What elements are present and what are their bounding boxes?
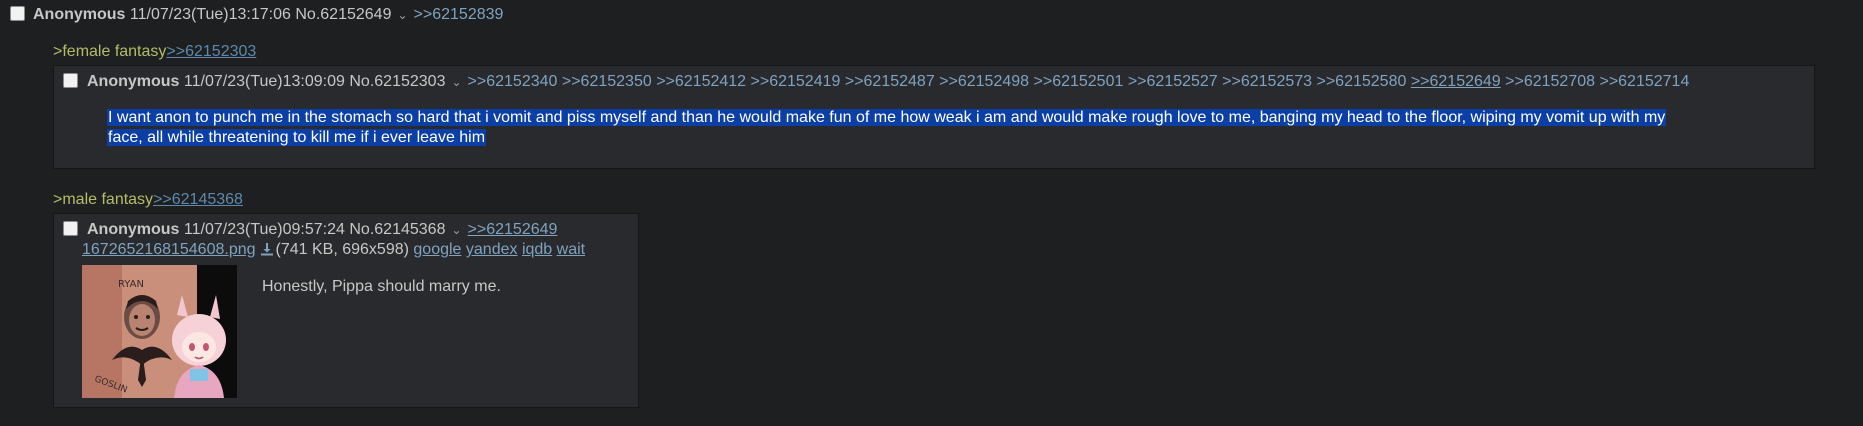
post-datetime: 11/07/23(Tue)09:57:24 <box>183 221 345 238</box>
backlink[interactable]: >>62152573 <box>1222 73 1312 90</box>
backlink[interactable]: >>62152419 <box>751 73 841 90</box>
file-size-dimensions: (741 KB, 696x598) <box>275 241 409 258</box>
post-header: Anonymous 11/07/23(Tue)13:17:06 No.62152… <box>33 5 503 25</box>
search-link-wait[interactable]: wait <box>557 241 585 258</box>
post-message: Honestly, Pippa should marry me. <box>262 278 501 295</box>
post-number[interactable]: No.62152649 <box>295 6 391 23</box>
post-thumbnail-image[interactable]: RYAN GOSLIN <box>82 265 237 398</box>
backlink[interactable]: >>62152487 <box>845 73 935 90</box>
tattoo-and-anime-girl-thumbnail-icon: RYAN GOSLIN <box>82 265 237 398</box>
chevron-down-icon[interactable]: ⌄ <box>451 75 461 89</box>
download-icon[interactable] <box>260 242 274 256</box>
post-select-checkbox[interactable] <box>63 73 78 88</box>
post-body-selected: I want anon to punch me in the stomach s… <box>107 108 1737 148</box>
backlink[interactable]: >>62152580 <box>1316 73 1406 90</box>
search-link-google[interactable]: google <box>413 241 461 258</box>
post-select-checkbox[interactable] <box>63 221 78 236</box>
backlink[interactable]: >>62152340 <box>468 73 558 90</box>
backlink[interactable]: >>62152839 <box>414 6 504 23</box>
chevron-down-icon[interactable]: ⌄ <box>451 223 461 237</box>
post-select-checkbox[interactable] <box>10 6 25 21</box>
chevron-down-icon[interactable]: ⌄ <box>397 8 407 22</box>
backlink[interactable]: >>62152649 <box>468 221 558 238</box>
backlink[interactable]: >>62152714 <box>1599 73 1689 90</box>
greentext-line: >female fantasy>>62152303 <box>53 42 256 62</box>
post-body: Honestly, Pippa should marry me. <box>262 277 501 297</box>
search-link-yandex[interactable]: yandex <box>466 241 518 258</box>
post-datetime: 11/07/23(Tue)13:17:06 <box>129 6 291 23</box>
quote-link[interactable]: >>62152303 <box>166 43 256 60</box>
poster-name: Anonymous <box>87 221 180 238</box>
post-number[interactable]: No.62152303 <box>349 73 445 90</box>
post-number[interactable]: No.62145368 <box>349 221 445 238</box>
poster-name: Anonymous <box>87 73 180 90</box>
greentext: >male fantasy <box>53 191 154 208</box>
backlink[interactable]: >>62152649 <box>1411 73 1501 90</box>
post-header: Anonymous 11/07/23(Tue)09:57:24 No.62145… <box>87 220 557 240</box>
greentext: >female fantasy <box>53 43 167 60</box>
backlink[interactable]: >>62152501 <box>1034 73 1124 90</box>
backlink[interactable]: >>62152498 <box>939 73 1029 90</box>
post-datetime: 11/07/23(Tue)13:09:09 <box>183 73 345 90</box>
post-body-line: face, all while threatening to kill me i… <box>107 129 487 146</box>
file-link[interactable]: 1672652168154608.png <box>82 241 256 258</box>
backlink[interactable]: >>62152527 <box>1128 73 1218 90</box>
quote-link[interactable]: >>62145368 <box>153 191 243 208</box>
file-info: 1672652168154608.png (741 KB, 696x598) go… <box>82 240 585 260</box>
thumbnail-text: RYAN <box>118 279 144 290</box>
greentext-line: >male fantasy>>62145368 <box>53 190 243 210</box>
post-body-line: I want anon to punch me in the stomach s… <box>107 109 1667 126</box>
backlink[interactable]: >>62152708 <box>1505 73 1595 90</box>
search-link-iqdb[interactable]: iqdb <box>522 241 552 258</box>
poster-name: Anonymous <box>33 6 126 23</box>
backlink[interactable]: >>62152350 <box>562 73 652 90</box>
backlink[interactable]: >>62152412 <box>656 73 746 90</box>
post-header: Anonymous 11/07/23(Tue)13:09:09 No.62152… <box>87 72 1689 92</box>
